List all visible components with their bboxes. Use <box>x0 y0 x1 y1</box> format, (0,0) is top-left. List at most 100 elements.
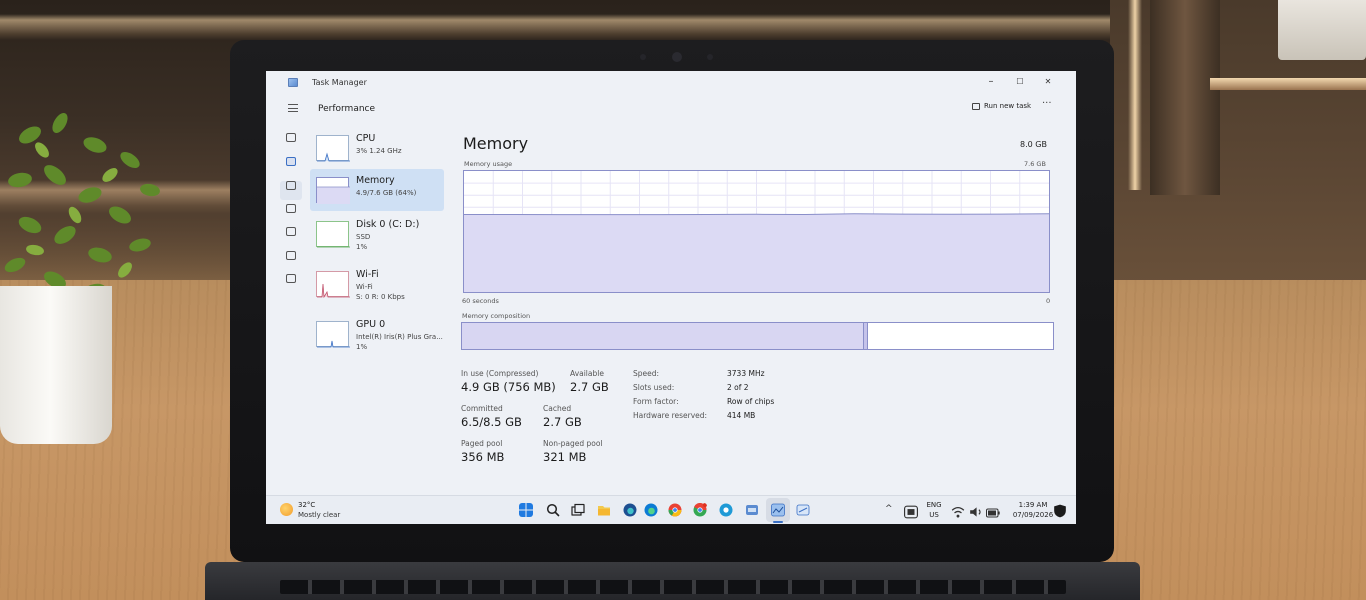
paged-pool-value: 356 MB <box>461 450 505 464</box>
app-icon[interactable] <box>745 503 759 517</box>
performance-list: CPU 3% 1.24 GHz Memory 4.9/7.6 GB (64%) … <box>310 127 444 367</box>
webcam-sensor-left <box>640 54 646 60</box>
memory-title: Memory <box>463 134 529 153</box>
minimize-button[interactable]: – <box>978 74 1004 90</box>
more-options-icon[interactable]: ··· <box>1042 98 1052 109</box>
language-top[interactable]: ENG <box>926 501 942 509</box>
tray-app-icon[interactable] <box>904 505 918 519</box>
language-bottom[interactable]: US <box>926 511 942 519</box>
wifi-thumbnail <box>316 271 350 298</box>
task-manager-app-icon <box>288 78 298 87</box>
task-view-icon[interactable] <box>571 503 585 517</box>
nav-app-history-icon[interactable] <box>286 181 296 190</box>
cached-value: 2.7 GB <box>543 415 582 429</box>
memory-composition-bar <box>461 322 1054 350</box>
memory-detail-pane: Memory 8.0 GB Memory usage 7.6 GB 60 sec… <box>456 127 1066 507</box>
clock-time[interactable]: 1:39 AM <box>1013 501 1053 509</box>
form-factor-value: Row of chips <box>727 397 775 406</box>
notification-shield-icon[interactable] <box>1053 504 1067 518</box>
nav-startup-apps-icon[interactable] <box>286 204 296 213</box>
disk-thumbnail <box>316 221 350 248</box>
nav-performance-icon[interactable] <box>286 157 296 166</box>
page-title: Performance <box>318 104 376 114</box>
nav-processes-icon[interactable] <box>286 133 296 142</box>
webcam-sensor-right <box>707 54 713 60</box>
clock-date[interactable]: 07/09/2026 <box>1007 511 1059 519</box>
committed-label: Committed <box>461 404 503 413</box>
weather-temperature[interactable]: 32°C <box>298 501 315 509</box>
app-blue-icon[interactable] <box>796 503 810 517</box>
run-new-task-button[interactable]: Run new task <box>972 102 1031 110</box>
windows-icon[interactable] <box>519 503 533 517</box>
chrome-alt-icon[interactable] <box>693 503 707 517</box>
memory-usage: 4.9/7.6 GB (64%) <box>356 189 417 197</box>
chrome-icon[interactable] <box>668 503 682 517</box>
edge-icon[interactable] <box>644 503 658 517</box>
task-manager-icon[interactable] <box>771 503 785 517</box>
run-task-icon <box>972 102 980 110</box>
sidebar-item-memory[interactable]: Memory 4.9/7.6 GB (64%) <box>310 169 444 211</box>
search-icon[interactable] <box>546 503 560 517</box>
available-label: Available <box>570 369 604 378</box>
memory-usage-chart <box>463 170 1050 293</box>
plant-pot <box>0 286 112 444</box>
background-box <box>1278 0 1366 60</box>
paged-pool-label: Paged pool <box>461 439 503 448</box>
disk-usage: 1% <box>356 243 368 251</box>
header-row: Performance Run new task ··· <box>266 95 1076 123</box>
composition-modified <box>864 323 868 349</box>
memory-usage-max: 7.6 GB <box>1024 160 1046 168</box>
speed-label: Speed: <box>633 369 660 378</box>
non-paged-pool-value: 321 MB <box>543 450 587 464</box>
show-hidden-icons-chevron[interactable]: ^ <box>885 504 893 514</box>
background-light-strip <box>1128 0 1142 190</box>
memory-composition-label: Memory composition <box>462 312 531 320</box>
active-app-indicator <box>773 521 783 523</box>
weather-icon[interactable] <box>280 503 293 516</box>
cpu-usage: 3% 1.24 GHz <box>356 147 402 155</box>
slots-used-value: 2 of 2 <box>727 383 749 392</box>
memory-label: Memory <box>356 175 395 186</box>
taskbar: 32°C Mostly clear ^ ENG US 1:39 AM 07/09… <box>266 495 1076 524</box>
nav-services-icon[interactable] <box>286 274 296 283</box>
composition-in-use <box>462 323 864 349</box>
wifi-label: Wi-Fi <box>356 269 379 280</box>
weather-description[interactable]: Mostly clear <box>298 511 340 519</box>
sidebar-item-disk[interactable]: Disk 0 (C: D:) SSD 1% <box>310 213 444 255</box>
nav-users-icon[interactable] <box>286 227 296 236</box>
chart-axis-left-label: 60 seconds <box>462 297 499 305</box>
window-title: Task Manager <box>312 78 367 87</box>
maximize-button[interactable]: ☐ <box>1007 74 1033 90</box>
sidebar-item-gpu[interactable]: GPU 0 Intel(R) Iris(R) Plus Gra... 1% <box>310 313 444 355</box>
available-value: 2.7 GB <box>570 380 609 394</box>
cpu-thumbnail <box>316 135 350 162</box>
sidebar-item-wifi[interactable]: Wi-Fi Wi-Fi S: 0 R: 0 Kbps <box>310 263 444 305</box>
volume-icon[interactable] <box>969 505 983 519</box>
slots-used-label: Slots used: <box>633 383 675 392</box>
gpu-label: GPU 0 <box>356 319 386 330</box>
screen: Task Manager – ☐ ✕ Performance Run new t… <box>266 71 1076 524</box>
in-use-label: In use (Compressed) <box>461 369 539 378</box>
telegram-icon[interactable] <box>719 503 733 517</box>
cpu-label: CPU <box>356 133 376 144</box>
disk-type: SSD <box>356 233 371 241</box>
run-new-task-label: Run new task <box>984 102 1032 110</box>
disk-label: Disk 0 (C: D:) <box>356 219 420 230</box>
gpu-usage: 1% <box>356 343 368 351</box>
wifi-icon[interactable] <box>951 505 965 519</box>
battery-icon[interactable] <box>986 506 1000 520</box>
gpu-model: Intel(R) Iris(R) Plus Gra... <box>356 333 443 341</box>
nav-details-icon[interactable] <box>286 251 296 260</box>
cached-label: Cached <box>543 404 572 413</box>
background-right-shelf <box>1210 78 1366 90</box>
background-post <box>1150 0 1220 195</box>
hardware-reserved-label: Hardware reserved: <box>633 411 708 420</box>
speed-value: 3733 MHz <box>727 369 765 378</box>
folder-icon[interactable] <box>597 503 611 517</box>
sidebar-item-cpu[interactable]: CPU 3% 1.24 GHz <box>310 127 444 169</box>
committed-value: 6.5/8.5 GB <box>461 415 522 429</box>
close-button[interactable]: ✕ <box>1035 74 1061 90</box>
edge-dev-icon[interactable] <box>623 503 637 517</box>
memory-total: 8.0 GB <box>1020 140 1047 149</box>
memory-usage-label: Memory usage <box>464 160 513 168</box>
